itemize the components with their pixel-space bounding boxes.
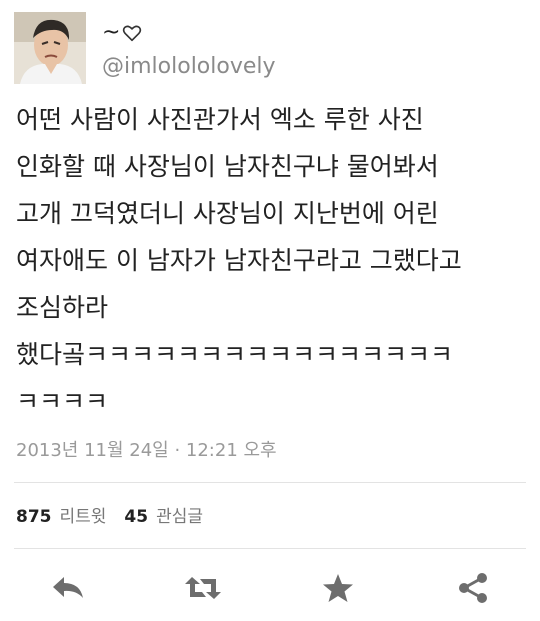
favorite-label[interactable]: 관심글 [156,505,203,529]
retweet-label[interactable]: 리트윗 [60,505,107,529]
tweet-line: 여자애도 이 남자가 남자친구라고 그랬다고 [16,246,462,275]
tweet-body: 어떤 사람이 사진관가서 엑소 루한 사진 인화할 때 사장님이 남자친구냐 물… [16,96,526,425]
tweet-line: 어떤 사람이 사진관가서 엑소 루한 사진 [16,105,424,134]
favorite-icon [323,574,353,602]
favorite-button[interactable] [318,568,358,608]
user-handle[interactable]: @imlolololovely [102,54,276,80]
tweet-line: ㅋㅋㅋㅋ [16,387,109,416]
favorite-count[interactable]: 45 [124,505,148,529]
divider [14,482,526,483]
share-button[interactable] [453,568,493,608]
tweet-line: 고개 끄덕였더니 사장님이 지난번에 어린 [16,199,439,228]
tweet-line: 했다곸ㅋㅋㅋㅋㅋㅋㅋㅋㅋㅋㅋㅋㅋㅋㅋㅋ [16,340,454,369]
retweet-button[interactable] [183,568,223,608]
tweet-timestamp: 2013년 11월 24일 · 12:21 오후 [16,440,277,461]
action-bar [0,562,540,612]
retweet-icon [185,577,221,599]
avatar[interactable] [14,12,86,84]
heart-outline-icon [123,25,142,42]
display-name[interactable]: ~ [102,20,143,46]
retweet-count[interactable]: 875 [16,505,52,529]
share-icon [459,573,487,603]
tweet-line: 인화할 때 사장님이 남자친구냐 물어봐서 [16,152,439,181]
avatar-photo [14,12,86,84]
reply-icon [53,577,83,598]
tweet-header: ~ @imlolololovely [14,12,526,84]
display-name-text: ~ [102,20,121,45]
tweet-stats: 875 리트윗 45 관심글 [16,505,221,529]
reply-button[interactable] [48,568,88,608]
tweet-line: 조심하라 [16,293,109,322]
divider [14,548,526,549]
